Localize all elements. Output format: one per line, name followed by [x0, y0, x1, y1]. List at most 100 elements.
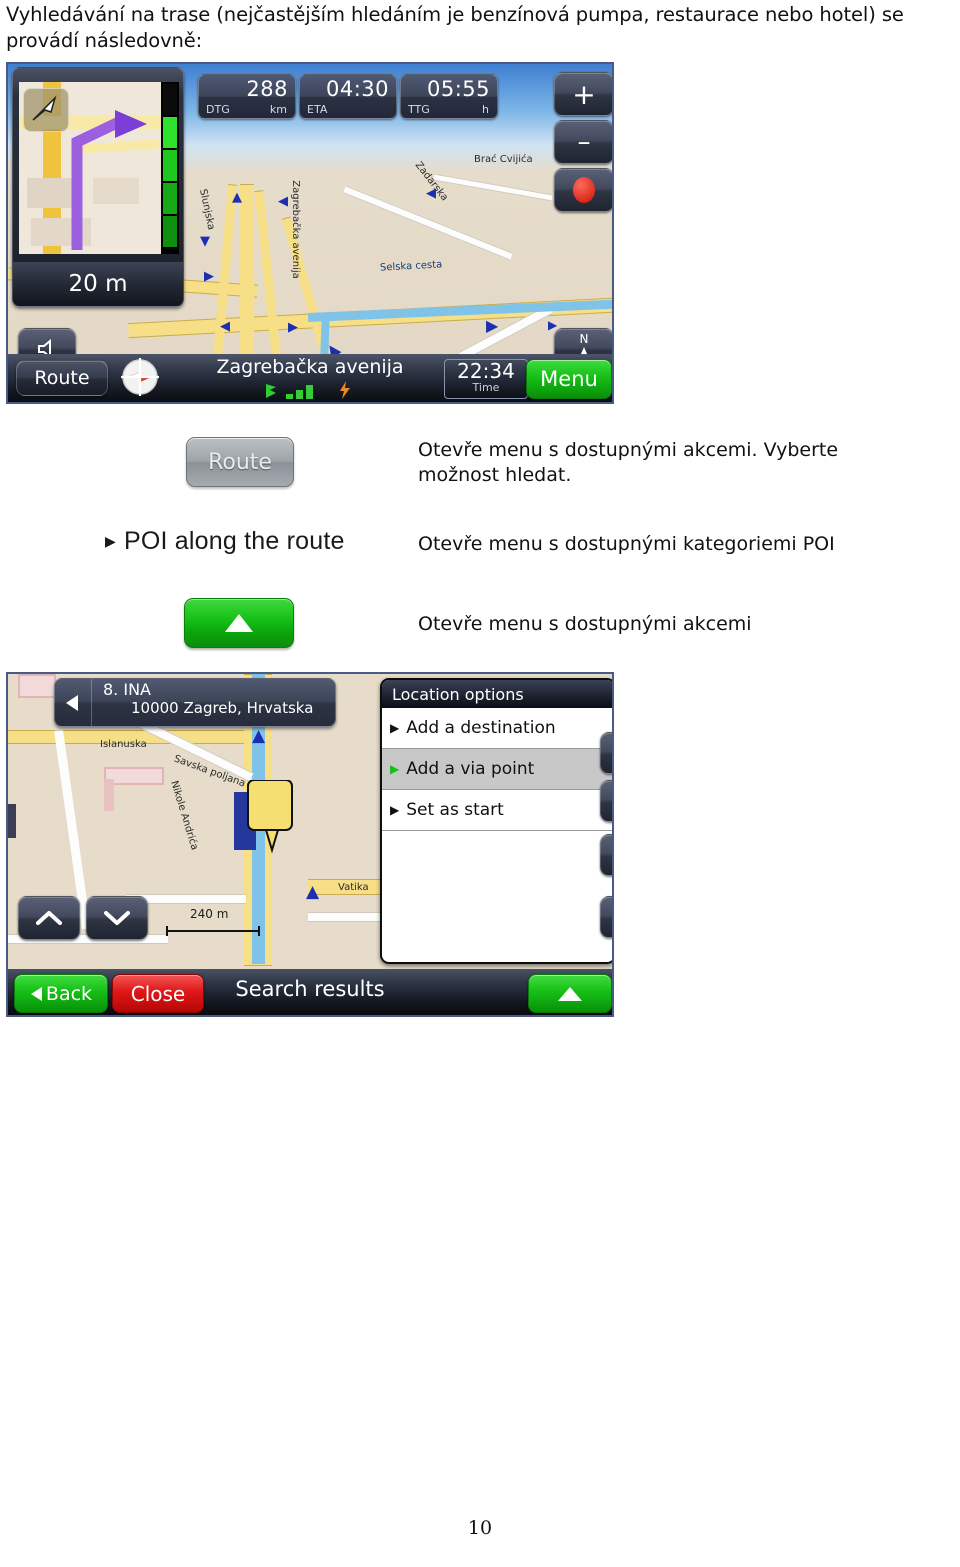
close-button[interactable]: Close — [112, 974, 204, 1013]
scroll-up-button[interactable] — [18, 896, 80, 940]
compass-icon[interactable] — [118, 355, 162, 399]
triangle-left-icon — [66, 694, 78, 711]
menu-item-label: Set as start — [406, 800, 504, 820]
street-label: Nikole Andrića — [168, 779, 200, 852]
menu-item-set-as-start[interactable]: ▶ Set as start — [382, 790, 612, 831]
page-number: 10 — [467, 1517, 493, 1539]
triangle-up-icon — [225, 614, 253, 632]
chevron-up-icon — [36, 911, 62, 925]
record-button[interactable] — [600, 834, 612, 876]
legend-route-button[interactable]: Route — [186, 437, 294, 487]
direction-arrow-icon: ▲ — [232, 190, 242, 205]
building — [8, 804, 16, 838]
gps-fix-icon — [266, 384, 276, 398]
triangle-right-icon: ▶ — [105, 533, 116, 549]
legend-green-up-description: Otevře menu s dostupnými akcemi — [418, 613, 752, 635]
databox-label: TTG — [408, 103, 430, 116]
intro-paragraph: Vyhledávání na trase (nejčastějším hledá… — [6, 3, 904, 52]
turn-preview-panel: 20 m — [12, 67, 184, 307]
record-button[interactable] — [554, 168, 612, 212]
route-button[interactable]: Route — [16, 360, 108, 396]
databox-unit: km — [269, 103, 287, 116]
databox-eta: 04:30 ETA — [299, 74, 397, 119]
screen2-bottom-bar: Search results Back Close — [8, 969, 612, 1015]
poi-marker-icon[interactable] — [246, 780, 298, 856]
direction-arrow-icon: ▲ — [252, 726, 266, 746]
previous-result-button[interactable] — [55, 679, 92, 726]
zoom-in-button[interactable] — [600, 732, 612, 774]
signal-bars-icon — [286, 385, 314, 399]
legend-poi-label: POI along the route — [123, 527, 345, 555]
legend-route-description: Otevře menu s dostupnými akcemi. Vyberte… — [418, 439, 839, 486]
databox-label: ETA — [307, 103, 328, 116]
building — [18, 674, 56, 698]
triangle-left-icon — [30, 986, 42, 1001]
north-orientation-button[interactable] — [600, 896, 612, 938]
chevron-down-icon — [104, 911, 130, 925]
back-button[interactable]: Back — [14, 974, 108, 1013]
direction-arrow-icon: ▲ — [306, 882, 320, 902]
databox-value: 288 — [246, 77, 288, 101]
back-label: Back — [45, 982, 93, 1005]
north-label: N — [579, 331, 589, 346]
scroll-down-button[interactable] — [86, 896, 148, 940]
zoom-in-button[interactable]: + — [554, 72, 612, 116]
triangle-right-icon: ▶ — [390, 803, 400, 817]
gps-signal-bars — [161, 82, 179, 254]
menu-item-label: Add a destination — [406, 718, 556, 738]
poi-info-bubble[interactable]: 8. INA 10000 Zagreb, Hrvatska — [54, 678, 336, 727]
databox-value: 05:55 — [426, 77, 490, 101]
triangle-right-icon: ▶ — [390, 721, 400, 735]
road-segment — [308, 912, 388, 922]
zoom-out-button[interactable]: – — [554, 120, 612, 164]
clock-display: 22:34 Time — [444, 359, 528, 399]
direction-arrow-icon: ◀ — [220, 319, 230, 334]
legend-poi-along-route-item[interactable]: ▶ POI along the route — [105, 527, 345, 556]
zoom-out-button[interactable] — [600, 780, 612, 822]
heading-arrow-icon — [32, 95, 57, 121]
turn-preview-map — [19, 82, 167, 254]
triangle-up-icon — [558, 986, 582, 1001]
street-label: Vatika — [338, 882, 369, 893]
menu-item-add-destination[interactable]: ▶ Add a destination — [382, 708, 612, 749]
direction-arrow-icon: ▼ — [200, 234, 210, 249]
menu-button[interactable]: Menu — [526, 359, 612, 399]
record-dot-icon — [573, 177, 595, 203]
menu-item-add-via-point[interactable]: ▶ Add a via point — [382, 749, 612, 790]
screen1-bottom-bar: Zagrebačka avenija Route 22:34 Time Menu — [8, 354, 612, 402]
power-lightning-icon — [340, 381, 351, 399]
databox-dtg: 288 DTG km — [198, 74, 296, 119]
street-label: Selska cesta — [379, 259, 443, 274]
direction-arrow-icon: ◀ — [426, 186, 436, 201]
street-label: Brać Cvijića — [474, 154, 533, 165]
street-label: Zagrebačka avenija — [289, 180, 301, 279]
status-icons-group — [264, 380, 352, 400]
direction-arrow-icon: ▶ — [204, 269, 214, 284]
poi-address: 10000 Zagreb, Hrvatska — [131, 699, 314, 717]
databox-value: 04:30 — [325, 77, 389, 101]
location-options-menu: Location options ▶ Add a destination ▶ A… — [380, 678, 612, 964]
navigation-map-screenshot-2: Islanuska Savska poljana Nikole Andrića … — [6, 672, 614, 1017]
location-options-title: Location options — [382, 680, 612, 708]
map-canvas-1: Slunjska Brać Cvijića Zadarska Selska ce… — [8, 64, 612, 402]
clock-time: 22:34 — [457, 359, 515, 383]
legend-green-up-button[interactable] — [184, 598, 294, 648]
direction-arrow-icon: ▶ — [288, 320, 298, 335]
menu-item-label: Add a via point — [406, 759, 535, 779]
building — [104, 779, 114, 811]
map-scale-bar — [166, 926, 260, 936]
street-label: Slunjska — [197, 188, 217, 231]
street-label: Islanuska — [100, 739, 147, 750]
road-segment — [433, 173, 553, 202]
databox-unit: h — [482, 103, 489, 116]
triangle-right-icon: ▶ — [390, 762, 400, 776]
direction-arrow-icon: ▶ — [486, 316, 499, 335]
open-menu-button[interactable] — [528, 974, 612, 1013]
clock-label: Time — [472, 381, 500, 394]
navigation-map-screenshot-1: Slunjska Brać Cvijića Zadarska Selska ce… — [6, 62, 614, 404]
map-scale-label: 240 m — [190, 907, 229, 921]
map-canvas-2: Islanuska Savska poljana Nikole Andrića … — [8, 674, 612, 1015]
databox-ttg: 05:55 TTG h — [400, 74, 498, 119]
turn-distance-label: 20 m — [13, 262, 183, 306]
poi-name: 8. INA — [103, 680, 151, 699]
